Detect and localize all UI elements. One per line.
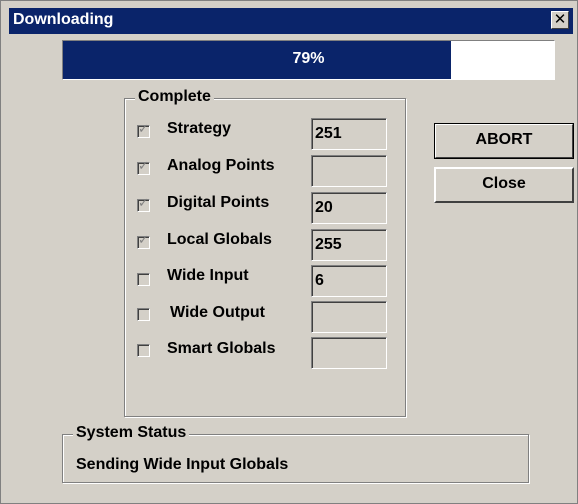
- smart-globals-field: [311, 337, 387, 369]
- strategy-checkbox[interactable]: ✓: [137, 122, 150, 138]
- check-icon: ✓: [138, 233, 149, 248]
- local-globals-field: 255: [311, 229, 387, 261]
- complete-group-label: Complete: [135, 88, 214, 106]
- system-status-text: Sending Wide Input Globals: [76, 456, 289, 473]
- progress-label: 79%: [292, 50, 325, 67]
- system-status-label: System Status: [73, 424, 190, 442]
- check-icon: ✓: [138, 196, 149, 211]
- wide-output-field: [311, 301, 387, 333]
- digital-points-field: 20: [311, 192, 387, 224]
- wide-output-label: Wide Output: [170, 304, 265, 321]
- window-title: Downloading: [13, 11, 114, 28]
- wide-input-checkbox[interactable]: ✓: [137, 273, 150, 286]
- close-icon[interactable]: ✕: [551, 11, 569, 29]
- strategy-label: Strategy: [167, 120, 232, 137]
- smart-globals-checkbox[interactable]: ✓: [137, 344, 150, 357]
- check-icon: ✓: [138, 159, 149, 174]
- wide-input-label: Wide Input: [167, 267, 249, 284]
- progress-bar: 79%: [62, 40, 555, 80]
- wide-input-field: 6: [311, 265, 387, 297]
- local-globals-checkbox[interactable]: ✓: [137, 233, 150, 249]
- analog-points-checkbox[interactable]: ✓: [137, 159, 150, 175]
- analog-points-field: [311, 155, 387, 187]
- title-bar[interactable]: Downloading ✕: [9, 8, 573, 34]
- download-dialog: Downloading ✕ 79% Complete ✓ Strategy 25…: [0, 0, 578, 504]
- smart-globals-label: Smart Globals: [167, 340, 276, 357]
- check-icon: ✓: [138, 122, 149, 137]
- digital-points-checkbox[interactable]: ✓: [137, 196, 150, 212]
- wide-output-checkbox[interactable]: ✓: [137, 308, 150, 321]
- close-button[interactable]: Close: [434, 167, 574, 203]
- strategy-field: 251: [311, 118, 387, 150]
- analog-points-label: Analog Points: [167, 157, 275, 174]
- abort-button[interactable]: ABORT: [434, 123, 574, 159]
- digital-points-label: Digital Points: [167, 194, 270, 211]
- local-globals-label: Local Globals: [167, 231, 272, 248]
